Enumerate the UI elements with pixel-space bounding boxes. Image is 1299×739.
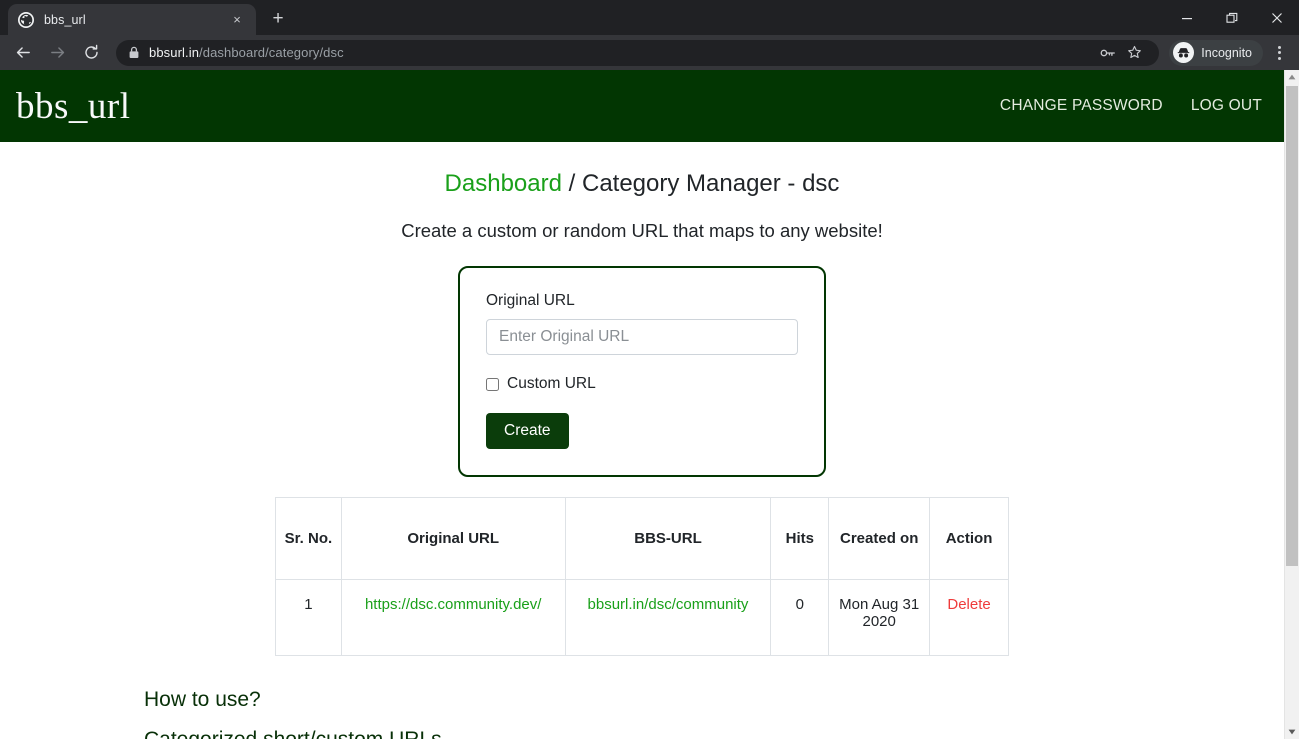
page-subtitle: Create a custom or random URL that maps … [401,220,883,241]
urls-table: Sr. No. Original URL BBS-URL Hits Create… [275,497,1009,656]
create-url-card: Original URL Custom URL Create [458,266,826,477]
th-hits: Hits [770,497,830,580]
browser-menu-icon[interactable] [1265,38,1293,68]
cell-original-url: https://dsc.community.dev/ [340,579,566,656]
cell-sr-no: 1 [275,579,342,656]
scroll-down-arrow-icon[interactable] [1285,725,1299,739]
nav-link-log-out[interactable]: LOG OUT [1191,97,1262,115]
main-content: Dashboard / Category Manager - dsc Creat… [0,170,1284,739]
how-to-use-section: How to use? Categorized short/custom URL… [137,688,1147,739]
url-path: /dashboard/category/dsc [199,45,344,60]
minimize-button[interactable] [1164,0,1209,35]
restore-button[interactable] [1209,0,1254,35]
incognito-label: Incognito [1201,45,1252,60]
reload-icon[interactable] [76,38,106,68]
breadcrumb-dashboard-link[interactable]: Dashboard [445,170,562,197]
delete-link[interactable]: Delete [947,596,990,613]
table-body: 1 https://dsc.community.dev/ bbsurl.in/d… [275,579,1009,656]
scrollbar-thumb[interactable] [1286,86,1298,566]
original-url-link[interactable]: https://dsc.community.dev/ [365,596,541,613]
back-icon[interactable] [8,38,38,68]
cell-action: Delete [929,579,1009,656]
th-bbs-url: BBS-URL [564,497,772,580]
page-scrollbar[interactable] [1284,70,1299,739]
tab-close-icon[interactable]: × [228,11,246,29]
globe-favicon [18,11,34,28]
tab-strip: bbs_url × + [0,0,1299,35]
page-content: bbs_url CHANGE PASSWORD LOG OUT Dashboar… [0,70,1284,739]
site-navbar: bbs_url CHANGE PASSWORD LOG OUT [0,70,1284,142]
omnibox-icons [1095,40,1147,66]
site-brand[interactable]: bbs_url [16,88,131,125]
incognito-profile-button[interactable]: Incognito [1169,39,1263,66]
incognito-hat-icon [1173,42,1195,63]
url-text: bbsurl.in/dashboard/category/dsc [149,45,344,60]
th-original-url: Original URL [340,497,566,580]
cell-created-on: Mon Aug 31 2020 [828,579,931,656]
navbar-links: CHANGE PASSWORD LOG OUT [1000,97,1268,115]
th-created-on: Created on [828,497,931,580]
browser-window: bbs_url × + bbsurl.in/dashboard/category… [0,0,1299,739]
bbs-url-link[interactable]: bbsurl.in/dsc/community [588,596,749,613]
original-url-label: Original URL [486,292,575,309]
url-domain: bbsurl.in [149,45,200,60]
table-head: Sr. No. Original URL BBS-URL Hits Create… [275,497,1009,580]
categorized-urls-heading: Categorized short/custom URLs [144,728,1147,739]
new-tab-button[interactable]: + [264,5,292,33]
cell-bbs-url: bbsurl.in/dsc/community [564,579,772,656]
urls-table-wrapper: Sr. No. Original URL BBS-URL Hits Create… [275,497,1009,656]
window-controls [1164,0,1299,35]
lock-icon [128,46,140,59]
how-to-use-heading: How to use? [144,688,261,711]
table-header-row: Sr. No. Original URL BBS-URL Hits Create… [275,497,1009,580]
custom-url-checkbox[interactable] [486,377,499,391]
scroll-up-arrow-icon[interactable] [1285,70,1299,84]
bookmark-star-icon[interactable] [1121,40,1147,66]
tab-title: bbs_url [44,12,86,27]
custom-url-checkbox-row: Custom URL [486,375,798,393]
custom-url-label[interactable]: Custom URL [507,375,596,393]
cell-hits: 0 [770,579,830,656]
breadcrumb: Dashboard / Category Manager - dsc [0,170,1284,198]
forward-icon[interactable] [42,38,72,68]
table-row: 1 https://dsc.community.dev/ bbsurl.in/d… [275,579,1009,656]
password-key-icon[interactable] [1095,40,1121,66]
th-sr-no: Sr. No. [275,497,342,580]
browser-tab[interactable]: bbs_url × [8,4,256,35]
close-window-button[interactable] [1254,0,1299,35]
breadcrumb-current: Category Manager - dsc [581,170,840,197]
th-action: Action [929,497,1009,580]
nav-link-change-password[interactable]: CHANGE PASSWORD [1000,97,1163,115]
breadcrumb-separator: / [561,170,582,197]
browser-toolbar: bbsurl.in/dashboard/category/dsc Incogni… [0,35,1299,70]
address-bar[interactable]: bbsurl.in/dashboard/category/dsc [116,39,1160,66]
page-viewport: bbs_url CHANGE PASSWORD LOG OUT Dashboar… [0,70,1299,739]
create-button[interactable]: Create [486,413,569,449]
original-url-input[interactable] [486,319,798,355]
